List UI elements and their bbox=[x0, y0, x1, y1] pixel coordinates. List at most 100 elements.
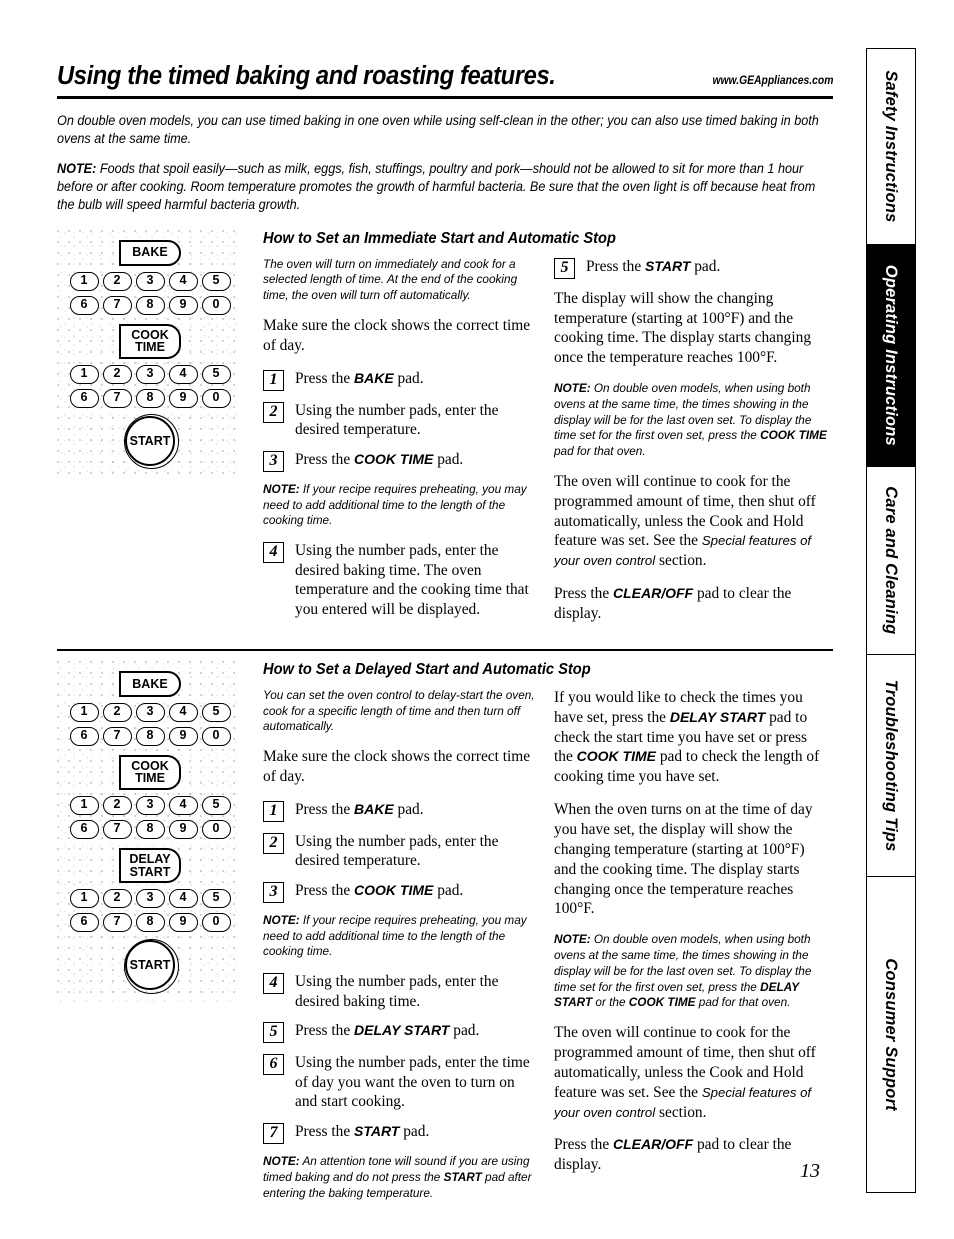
section-2-check-text: If you would like to check the times you… bbox=[554, 688, 829, 787]
tab-care-and-cleaning[interactable]: Care and Cleaning bbox=[866, 466, 916, 654]
section-1-clear-text: Press the CLEAR/OFF pad to clear the dis… bbox=[554, 584, 829, 624]
numpad-6[interactable]: 6 bbox=[69, 295, 99, 315]
numpad-5[interactable]: 5 bbox=[201, 364, 231, 384]
numpad-7[interactable]: 7 bbox=[102, 913, 132, 933]
numpad-8[interactable]: 8 bbox=[135, 913, 165, 933]
numpad-0[interactable]: 0 bbox=[201, 913, 231, 933]
numpad-3[interactable]: 3 bbox=[135, 796, 165, 816]
step-5-post: pad. bbox=[690, 257, 721, 275]
step-3: 3 Press the COOK TIME pad. bbox=[263, 450, 538, 472]
step-4-number: 4 bbox=[263, 973, 284, 995]
numpad-0[interactable]: 0 bbox=[201, 388, 231, 408]
section-2-continue-text: The oven will continue to cook for the p… bbox=[554, 1023, 829, 1122]
numpad-9[interactable]: 9 bbox=[168, 726, 198, 746]
step-5-number: 5 bbox=[263, 1022, 284, 1044]
step-3-number: 3 bbox=[263, 450, 284, 472]
tab-troubleshooting-tips[interactable]: Troubleshooting Tips bbox=[866, 654, 916, 876]
number-row-top-3: 1 2 3 4 5 bbox=[57, 889, 243, 909]
step-3-pre: Press the bbox=[295, 450, 354, 468]
numpad-4[interactable]: 4 bbox=[168, 364, 198, 384]
step-7-text: Press the START pad. bbox=[295, 1122, 538, 1142]
numpad-0[interactable]: 0 bbox=[201, 820, 231, 840]
start-pad[interactable]: START bbox=[123, 938, 179, 994]
numpad-9[interactable]: 9 bbox=[168, 913, 198, 933]
step-1-pad-name: BAKE bbox=[354, 369, 394, 386]
numpad-1[interactable]: 1 bbox=[69, 796, 99, 816]
numpad-7[interactable]: 7 bbox=[102, 295, 132, 315]
cook-time-pad[interactable]: COOK TIME bbox=[119, 754, 181, 791]
cook-time-pad[interactable]: COOK TIME bbox=[119, 323, 181, 359]
delay-start-pad[interactable]: DELAY START bbox=[119, 848, 181, 884]
step-4-text: Using the number pads, enter the desired… bbox=[295, 973, 499, 1010]
step-1-text: Press the BAKE pad. bbox=[295, 800, 538, 820]
number-row-bottom-2: 6 7 8 9 0 bbox=[57, 820, 243, 840]
step-3-post: pad. bbox=[433, 450, 464, 468]
numpad-8[interactable]: 8 bbox=[135, 388, 165, 408]
step-7: 7 Press the START pad. bbox=[263, 1122, 538, 1145]
numpad-6[interactable]: 6 bbox=[69, 388, 99, 408]
step-5-number: 5 bbox=[554, 257, 575, 279]
numpad-8[interactable]: 8 bbox=[135, 295, 165, 315]
start-pad[interactable]: START bbox=[123, 414, 179, 470]
step-3-pad-name: COOK TIME bbox=[354, 450, 434, 467]
bake-pad[interactable]: BAKE bbox=[119, 239, 181, 266]
numpad-2[interactable]: 2 bbox=[102, 796, 132, 816]
step-3-number: 3 bbox=[263, 881, 284, 903]
numpad-1[interactable]: 1 bbox=[69, 271, 99, 291]
numpad-4[interactable]: 4 bbox=[168, 796, 198, 816]
tab-safety-instructions[interactable]: Safety Instructions bbox=[866, 48, 916, 244]
numpad-7[interactable]: 7 bbox=[102, 388, 132, 408]
numpad-3[interactable]: 3 bbox=[135, 702, 165, 722]
numpad-9[interactable]: 9 bbox=[168, 820, 198, 840]
numpad-1[interactable]: 1 bbox=[69, 364, 99, 384]
step-4-number: 4 bbox=[263, 542, 284, 564]
numpad-0[interactable]: 0 bbox=[201, 295, 231, 315]
numpad-9[interactable]: 9 bbox=[168, 295, 198, 315]
note-pad-name-2: COOK TIME bbox=[628, 995, 696, 1010]
numpad-6[interactable]: 6 bbox=[69, 820, 99, 840]
clear-pre: Press the bbox=[554, 1136, 613, 1154]
numpad-4[interactable]: 4 bbox=[168, 271, 198, 291]
section-1-heading: How to Set an Immediate Start and Automa… bbox=[263, 229, 616, 247]
numpad-7[interactable]: 7 bbox=[102, 820, 132, 840]
numpad-2[interactable]: 2 bbox=[102, 364, 132, 384]
numpad-5[interactable]: 5 bbox=[201, 796, 231, 816]
note-body: If your recipe requires preheating, you … bbox=[263, 481, 527, 528]
control-panel-diagram-2: BAKE 1 2 3 4 5 6 7 8 9 0 COOK TIME 1 2 3… bbox=[57, 661, 253, 1213]
numpad-4[interactable]: 4 bbox=[168, 702, 198, 722]
numpad-8[interactable]: 8 bbox=[135, 820, 165, 840]
numpad-2[interactable]: 2 bbox=[102, 889, 132, 909]
note-label: NOTE: bbox=[263, 1154, 300, 1169]
section-2-double-oven-note: NOTE: On double oven models, when using … bbox=[554, 932, 828, 1011]
step-1-number: 1 bbox=[263, 800, 284, 822]
section-divider bbox=[57, 648, 833, 651]
step-1-number: 1 bbox=[263, 369, 284, 391]
numpad-3[interactable]: 3 bbox=[135, 889, 165, 909]
step-3: 3 Press the COOK TIME pad. bbox=[263, 881, 538, 903]
section-2-turnon-text: When the oven turns on at the time of da… bbox=[554, 801, 813, 918]
tab-operating-instructions[interactable]: Operating Instructions bbox=[866, 244, 916, 466]
numpad-6[interactable]: 6 bbox=[69, 913, 99, 933]
numpad-1[interactable]: 1 bbox=[69, 702, 99, 722]
numpad-2[interactable]: 2 bbox=[102, 271, 132, 291]
numpad-3[interactable]: 3 bbox=[135, 364, 165, 384]
numpad-2[interactable]: 2 bbox=[102, 702, 132, 722]
numpad-4[interactable]: 4 bbox=[168, 889, 198, 909]
tab-consumer-support[interactable]: Consumer Support bbox=[866, 876, 916, 1193]
section-1-continue-text: The oven will continue to cook for the p… bbox=[554, 472, 829, 571]
numpad-5[interactable]: 5 bbox=[201, 889, 231, 909]
numpad-0[interactable]: 0 bbox=[201, 726, 231, 746]
numpad-5[interactable]: 5 bbox=[201, 271, 231, 291]
numpad-1[interactable]: 1 bbox=[69, 889, 99, 909]
numpad-9[interactable]: 9 bbox=[168, 388, 198, 408]
numpad-8[interactable]: 8 bbox=[135, 726, 165, 746]
numpad-7[interactable]: 7 bbox=[102, 726, 132, 746]
numpad-6[interactable]: 6 bbox=[69, 726, 99, 746]
step-4: 4 Using the number pads, enter the desir… bbox=[263, 541, 538, 619]
step-1-post: pad. bbox=[393, 369, 424, 387]
bake-pad[interactable]: BAKE bbox=[119, 670, 181, 697]
numpad-5[interactable]: 5 bbox=[201, 702, 231, 722]
step-4: 4 Using the number pads, enter the desir… bbox=[263, 972, 538, 1011]
step-7-pre: Press the bbox=[295, 1123, 354, 1141]
numpad-3[interactable]: 3 bbox=[135, 271, 165, 291]
